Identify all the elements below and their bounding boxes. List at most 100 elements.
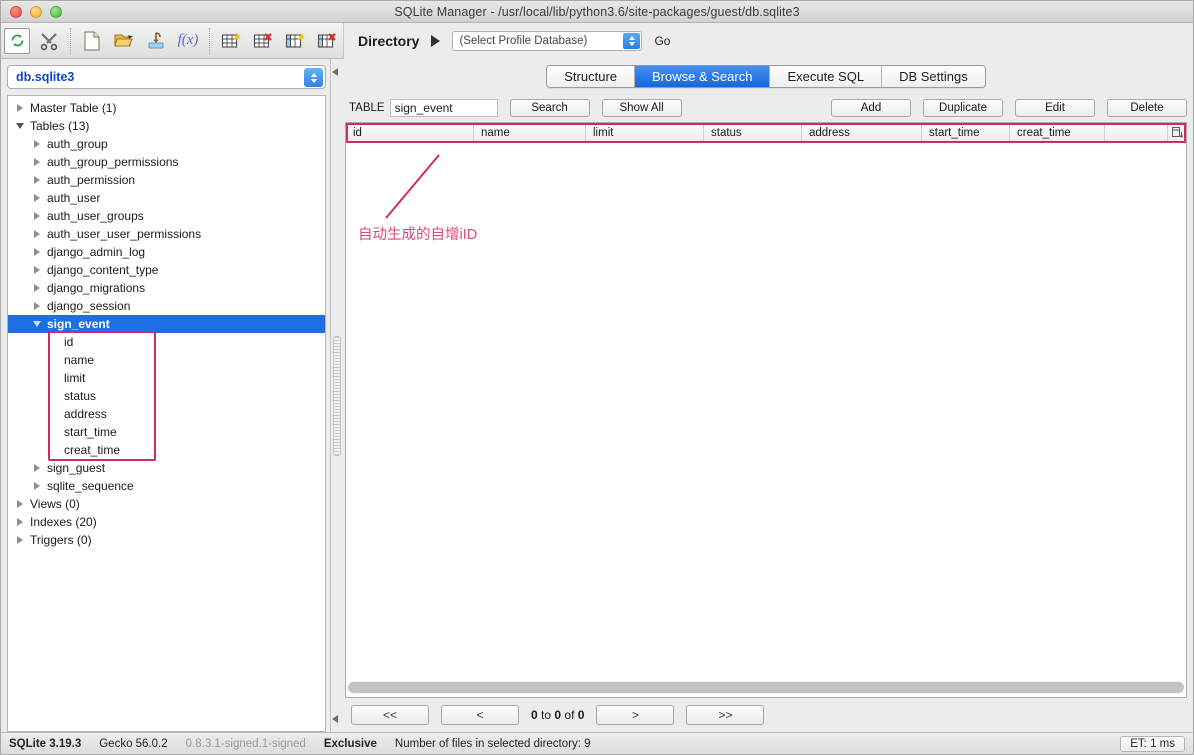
grid-column-header[interactable]: creat_time <box>1010 123 1105 142</box>
show-all-button[interactable]: Show All <box>601 99 682 117</box>
tab-execute-sql[interactable]: Execute SQL <box>770 66 883 87</box>
grid-column-header[interactable]: address <box>802 123 922 142</box>
sidebar: db.sqlite3 Master Table (1) Tables (13) au… <box>1 59 331 732</box>
grid-column-header[interactable]: start_time <box>922 123 1010 142</box>
tab-structure[interactable]: Structure <box>547 66 636 87</box>
duplicate-button[interactable]: Duplicate <box>923 99 1003 117</box>
import-icon[interactable] <box>143 28 169 54</box>
chevron-right-icon[interactable] <box>12 104 28 112</box>
tree-item-indexes-20[interactable]: Indexes (20) <box>8 513 325 531</box>
add-button[interactable]: Add <box>831 99 911 117</box>
object-tree[interactable]: Master Table (1) Tables (13) auth_group aut… <box>7 95 326 732</box>
pagination-bar: << < 0 to 0 of 0 > >> <box>345 698 1187 732</box>
table-name-field[interactable]: sign_event <box>389 99 498 117</box>
tree-item-tables-13[interactable]: Tables (13) <box>8 117 325 135</box>
chevron-right-icon[interactable] <box>29 302 45 310</box>
refresh-icon[interactable] <box>4 27 30 54</box>
tree-item-django-admin-log[interactable]: django_admin_log <box>8 243 325 261</box>
chevron-updown-icon[interactable] <box>623 32 641 49</box>
horizontal-scrollbar[interactable] <box>348 681 1184 694</box>
grid-column-header[interactable]: status <box>704 123 802 142</box>
tree-item-sqlite-sequence[interactable]: sqlite_sequence <box>8 477 325 495</box>
tree-item-id[interactable]: id <box>8 333 325 351</box>
directory-expand-icon[interactable] <box>431 34 441 47</box>
tree-item-start-time[interactable]: start_time <box>8 423 325 441</box>
tree-item-auth-user-user-permissions[interactable]: auth_user_user_permissions <box>8 225 325 243</box>
tree-item-django-migrations[interactable]: django_migrations <box>8 279 325 297</box>
chevron-right-icon[interactable] <box>29 212 45 220</box>
tree-item-sign-guest[interactable]: sign_guest <box>8 459 325 477</box>
grid-column-header[interactable]: name <box>474 123 586 142</box>
grid-rows-area[interactable] <box>346 143 1186 681</box>
delete-button[interactable]: Delete <box>1107 99 1187 117</box>
minimize-button[interactable] <box>30 5 42 18</box>
chevron-down-icon[interactable] <box>12 123 28 129</box>
tab-browse-search[interactable]: Browse & Search <box>635 66 771 87</box>
next-page-button[interactable]: > <box>596 705 675 725</box>
tree-item-master-table-1[interactable]: Master Table (1) <box>8 99 325 117</box>
collapse-left-icon[interactable] <box>332 68 338 76</box>
chevron-updown-icon[interactable] <box>304 68 323 87</box>
tree-item-limit[interactable]: limit <box>8 369 325 387</box>
tree-item-auth-group[interactable]: auth_group <box>8 135 325 153</box>
tree-item-django-content-type[interactable]: django_content_type <box>8 261 325 279</box>
chevron-right-icon[interactable] <box>12 536 28 544</box>
last-page-button[interactable]: >> <box>686 705 765 725</box>
tree-item-auth-user[interactable]: auth_user <box>8 189 325 207</box>
maximize-button[interactable] <box>50 5 62 18</box>
tab-db-settings[interactable]: DB Settings <box>882 66 985 87</box>
create-table-icon[interactable] <box>218 28 244 54</box>
tools-icon[interactable] <box>36 28 62 54</box>
window-controls <box>1 5 62 18</box>
tree-item-auth-group-permissions[interactable]: auth_group_permissions <box>8 153 325 171</box>
tree-item-django-session[interactable]: django_session <box>8 297 325 315</box>
grid-column-header[interactable]: limit <box>586 123 704 142</box>
toolbar: f(x) Directory (Select Profile Database)… <box>1 22 1193 59</box>
chevron-down-icon[interactable] <box>29 321 45 327</box>
collapse-left-icon-bottom[interactable] <box>332 715 338 723</box>
chevron-right-icon[interactable] <box>29 464 45 472</box>
edit-button[interactable]: Edit <box>1015 99 1095 117</box>
profile-database-select[interactable]: (Select Profile Database) <box>452 30 643 51</box>
tree-item-status[interactable]: status <box>8 387 325 405</box>
tree-item-sign-event[interactable]: sign_event <box>8 315 325 333</box>
tree-item-auth-user-groups[interactable]: auth_user_groups <box>8 207 325 225</box>
grid-column-header[interactable]: id <box>346 123 474 142</box>
pane-splitter[interactable] <box>331 59 343 732</box>
scrollbar-thumb[interactable] <box>348 682 1184 693</box>
open-database-icon[interactable] <box>111 28 137 54</box>
chevron-right-icon[interactable] <box>29 194 45 202</box>
action-bar: TABLE sign_event Search Show All Add Dup… <box>345 97 1187 119</box>
chevron-right-icon[interactable] <box>29 176 45 184</box>
drop-index-icon[interactable] <box>314 28 340 54</box>
chevron-right-icon[interactable] <box>29 158 45 166</box>
tree-item-name[interactable]: name <box>8 351 325 369</box>
splitter-grip[interactable] <box>333 335 341 456</box>
table-label: TABLE <box>349 102 385 114</box>
chevron-right-icon[interactable] <box>29 284 45 292</box>
create-index-icon[interactable] <box>282 28 308 54</box>
chevron-right-icon[interactable] <box>12 518 28 526</box>
chevron-right-icon[interactable] <box>29 230 45 238</box>
tree-item-creat-time[interactable]: creat_time <box>8 441 325 459</box>
tree-item-triggers-0[interactable]: Triggers (0) <box>8 531 325 549</box>
tree-item-views-0[interactable]: Views (0) <box>8 495 325 513</box>
previous-page-button[interactable]: < <box>441 705 519 725</box>
tree-item-auth-permission[interactable]: auth_permission <box>8 171 325 189</box>
database-selector[interactable]: db.sqlite3 <box>7 65 326 89</box>
search-button[interactable]: Search <box>509 99 590 117</box>
chevron-right-icon[interactable] <box>29 482 45 490</box>
function-icon[interactable]: f(x) <box>175 28 201 54</box>
chevron-right-icon[interactable] <box>29 248 45 256</box>
chevron-right-icon[interactable] <box>12 500 28 508</box>
drop-table-icon[interactable] <box>250 28 276 54</box>
results-grid[interactable]: id name limit status address start_time creat_… <box>345 122 1187 698</box>
column-picker-icon[interactable] <box>1168 123 1186 142</box>
go-button[interactable]: Go <box>654 34 670 48</box>
chevron-right-icon[interactable] <box>29 140 45 148</box>
close-button[interactable] <box>10 5 22 18</box>
new-database-icon[interactable] <box>79 28 105 54</box>
first-page-button[interactable]: << <box>351 705 429 725</box>
chevron-right-icon[interactable] <box>29 266 45 274</box>
tree-item-address[interactable]: address <box>8 405 325 423</box>
